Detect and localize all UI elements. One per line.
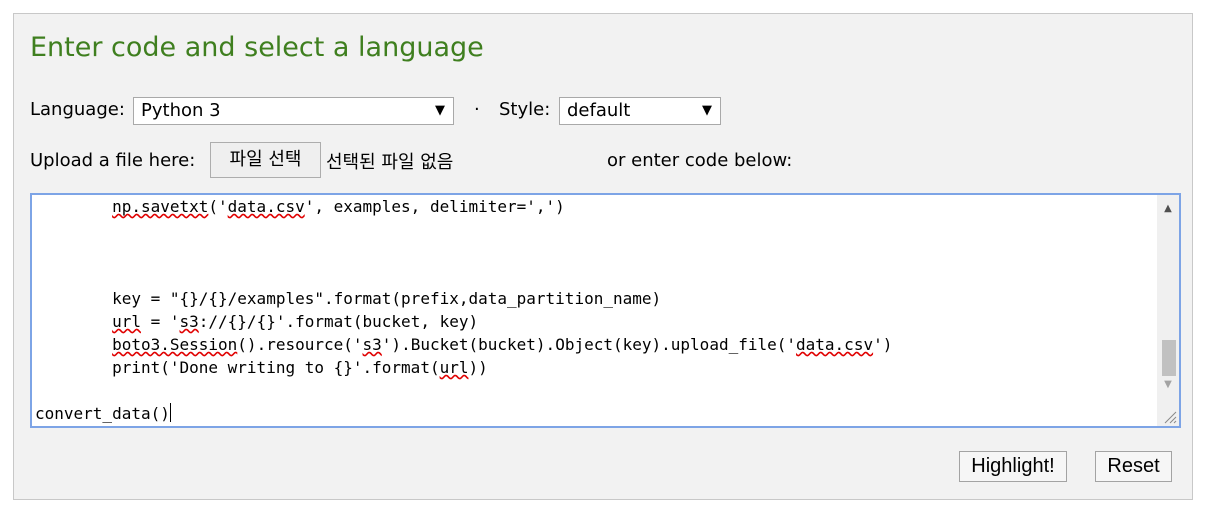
code-line: print('Done writing to {}'.format(url)) [35, 356, 1155, 379]
main-panel: Enter code and select a language Languag… [13, 13, 1193, 500]
code-line: np.savetxt('data.csv', examples, delimit… [35, 195, 1155, 218]
code-text: convert_data() [35, 404, 170, 423]
spellcheck-flagged-word: s3 [362, 335, 382, 354]
or-enter-code-text: or enter code below: [607, 150, 793, 171]
upload-label: Upload a file here: [30, 150, 196, 171]
spellcheck-flagged-word: url [439, 358, 469, 377]
code-text: (' [208, 197, 228, 216]
resize-grip-icon[interactable] [1161, 408, 1177, 424]
code-text: print('Done writing to {}'.format( [35, 358, 440, 377]
style-selected-value: default [567, 100, 631, 121]
style-select[interactable]: default ▼ [559, 97, 721, 125]
scroll-down-arrow-icon[interactable]: ▼ [1157, 375, 1179, 395]
text-caret [169, 403, 171, 422]
spellcheck-flagged-word: url [112, 312, 141, 331]
code-line: url = 's3://{}/{}'.format(bucket, key) [35, 310, 1155, 333]
dropdown-arrow-icon: ▼ [702, 103, 712, 118]
code-content: np.savetxt('data.csv', examples, delimit… [35, 195, 1155, 425]
no-file-text: 선택된 파일 없음 [326, 152, 454, 173]
separator-dot: · [474, 99, 480, 120]
scrollbar-thumb[interactable] [1162, 340, 1176, 376]
code-textarea[interactable]: np.savetxt('data.csv', examples, delimit… [30, 193, 1181, 428]
code-text: ') [873, 335, 893, 354]
code-line: boto3.Session().resource('s3').Bucket(bu… [35, 333, 1155, 356]
page-title: Enter code and select a language [30, 32, 484, 63]
code-text: )) [468, 358, 488, 377]
dropdown-arrow-icon: ▼ [435, 103, 445, 118]
language-label: Language: [30, 99, 125, 120]
code-line: convert_data() [35, 402, 1155, 425]
code-text: ').Bucket(bucket).Object(key).upload_fil… [381, 335, 797, 354]
code-text: ://{}/{}'.format(bucket, key) [198, 312, 479, 331]
spellcheck-flagged-word: boto3.Session [112, 335, 238, 354]
style-label: Style: [499, 99, 551, 120]
spellcheck-flagged-word: np.savetxt [112, 197, 209, 216]
code-text: = ' [140, 312, 180, 331]
code-line: key = "{}/{}/examples".format(prefix,dat… [35, 287, 1155, 310]
language-select[interactable]: Python 3 ▼ [133, 97, 454, 125]
spellcheck-flagged-word: data.csv [796, 335, 874, 354]
spellcheck-flagged-word: data.csv [227, 197, 305, 216]
language-selected-value: Python 3 [141, 100, 221, 121]
code-text: key = "{}/{}/examples".format(prefix,dat… [35, 289, 662, 308]
reset-button[interactable]: Reset [1095, 451, 1172, 482]
scroll-up-arrow-icon[interactable]: ▲ [1157, 199, 1179, 219]
code-text: ().resource(' [237, 335, 363, 354]
highlight-button[interactable]: Highlight! [959, 451, 1067, 482]
spellcheck-flagged-word: s3 [179, 312, 199, 331]
vertical-scrollbar[interactable]: ▲ ▼ [1157, 195, 1179, 426]
code-text: ', examples, delimiter=',') [304, 197, 565, 216]
choose-file-button[interactable]: 파일 선택 [210, 142, 321, 178]
